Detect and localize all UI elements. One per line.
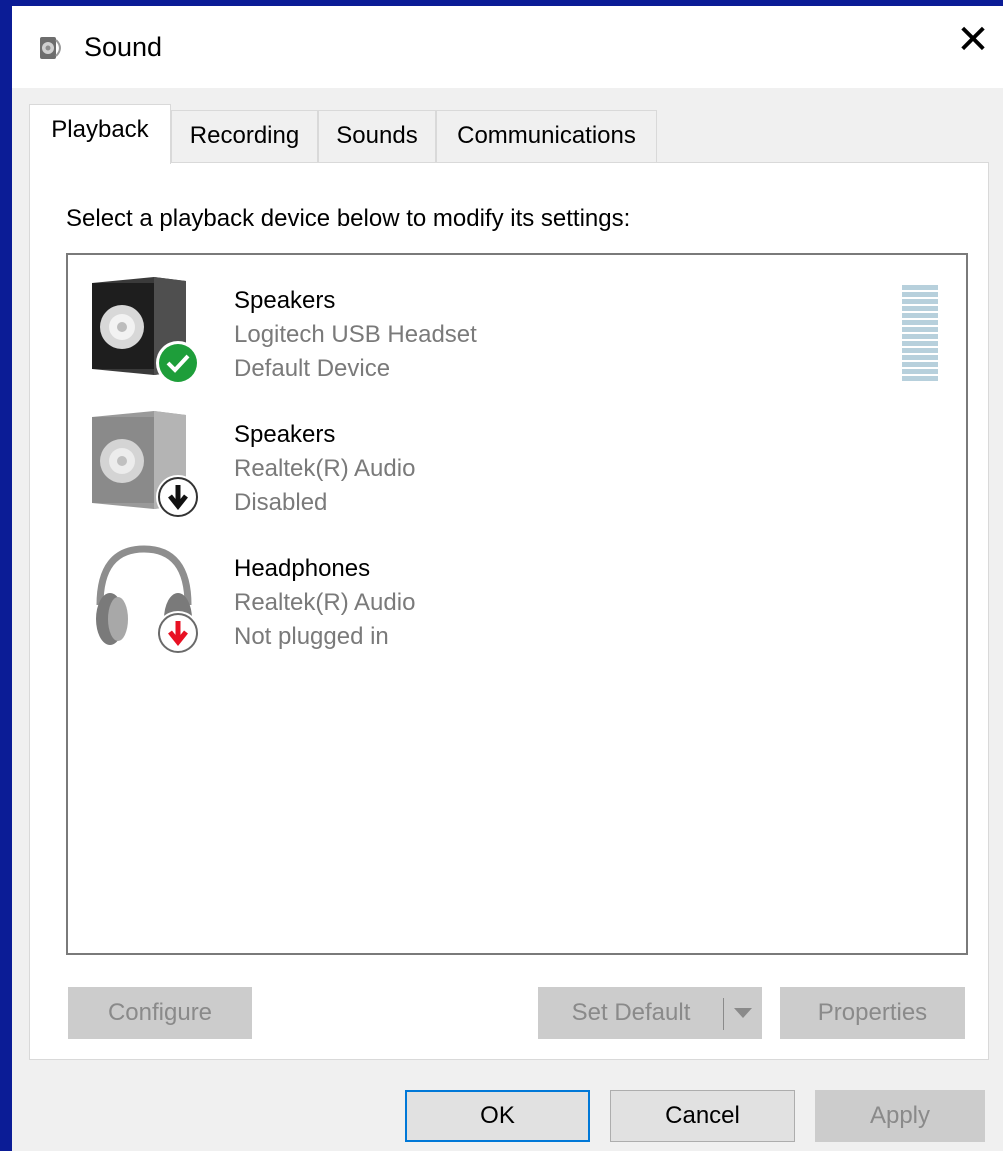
black-down-arrow-icon [156,475,200,519]
configure-button[interactable]: Configure [68,987,252,1039]
tab-sounds[interactable]: Sounds [318,110,436,162]
device-status: Default Device [234,355,391,382]
split-separator [723,998,724,1030]
device-description: Realtek(R) Audio [234,455,416,482]
device-description: Logitech USB Headset [234,321,477,348]
volume-meter [902,285,938,387]
close-button[interactable]: ✕ [943,10,1003,70]
tab-recording[interactable]: Recording [171,110,318,162]
device-item[interactable]: Speakers Realtek(R) Audio Disabled [68,399,964,529]
device-status: Disabled [234,489,328,516]
window-title: Sound [84,32,163,62]
instruction-text: Select a playback device below to modify… [66,205,631,232]
set-default-split-button[interactable]: Set Default [538,987,762,1039]
green-check-icon [156,341,200,385]
device-name: Speakers [234,287,336,314]
device-item[interactable]: Headphones Realtek(R) Audio Not plugged … [68,533,964,663]
device-name: Headphones [234,555,371,582]
title-bar[interactable]: Sound ✕ [12,6,1003,88]
device-list[interactable]: Speakers Logitech USB Headset Default De… [66,253,968,955]
cancel-button[interactable]: Cancel [610,1090,795,1142]
device-description: Realtek(R) Audio [234,589,416,616]
set-default-label: Set Default [571,999,691,1026]
device-name: Speakers [234,421,336,448]
red-down-arrow-icon [156,611,200,655]
playback-panel: Select a playback device below to modify… [29,162,989,1060]
device-item[interactable]: Speakers Logitech USB Headset Default De… [68,265,964,395]
sound-dialog: Sound ✕ Playback Recording Sounds Commun… [12,6,1003,1151]
dialog-footer: OK Cancel Apply [12,1060,1003,1151]
apply-button[interactable]: Apply [815,1090,985,1142]
ok-button[interactable]: OK [405,1090,590,1142]
chevron-down-icon[interactable] [734,1008,752,1018]
speaker-app-icon [40,37,61,59]
device-status: Not plugged in [234,623,389,650]
tab-communications[interactable]: Communications [436,110,657,162]
speaker-icon [92,411,200,519]
speaker-icon [92,277,200,385]
desktop-background-edge [0,0,12,1151]
headphones-icon [96,545,200,655]
tab-playback[interactable]: Playback [29,104,171,164]
properties-button[interactable]: Properties [780,987,965,1039]
